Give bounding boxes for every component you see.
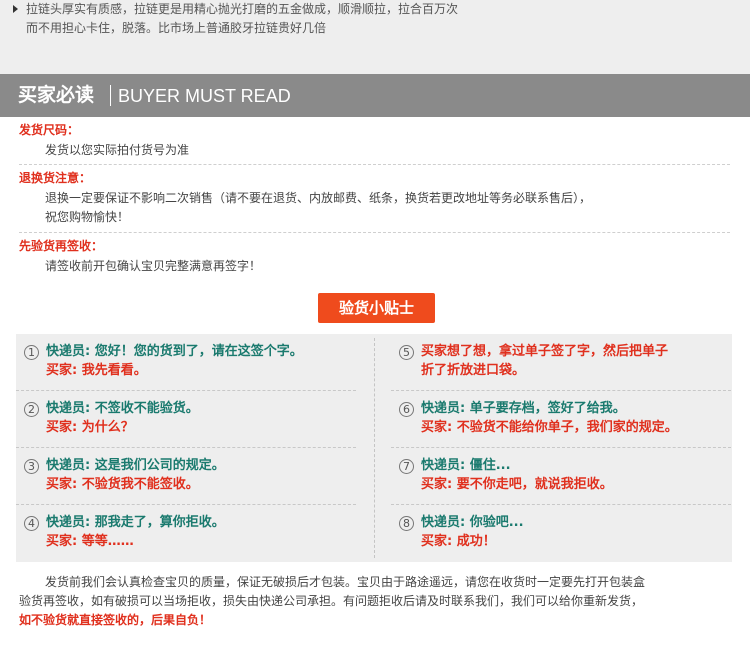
dialog-answer: 买家: 成功！ — [421, 534, 496, 549]
section-header: 买家必读 BUYER MUST READ — [0, 74, 750, 117]
divider — [19, 164, 730, 165]
dialog-cell: 4 快递员: 那我走了，算你拒收。 买家: 等等…… — [16, 505, 356, 562]
grid-divider — [374, 338, 375, 558]
dialog-cell: 1 快递员: 您好！您的货到了，请在这签个字。 买家: 我先看看。 — [16, 334, 356, 391]
dialog-answer: 买家: 为什么？ — [46, 420, 134, 435]
dialog-question: 快递员: 您好！您的货到了，请在这签个字。 — [46, 344, 303, 359]
step-number: 4 — [24, 516, 39, 531]
dialog-answer: 买家: 不验货不能给你单子，我们家的规定。 — [421, 420, 678, 435]
dialog-question: 快递员: 不签收不能验货。 — [46, 401, 199, 416]
step-number: 7 — [399, 459, 414, 474]
dialog-answer: 买家: 等等…… — [46, 534, 134, 549]
dialog-cell: 5 买家想了想，拿过单子签了字，然后把单子 折了折放进口袋。 — [391, 334, 731, 391]
dialog-grid: 1 快递员: 您好！您的货到了，请在这签个字。 买家: 我先看看。 2 快递员:… — [16, 334, 732, 562]
notice-title: 发货尺码： — [19, 123, 80, 137]
dialog-cell: 8 快递员: 你验吧... 买家: 成功！ — [391, 505, 731, 562]
zipper-line-2: 而不用担心卡住，脱落。比市场上普通胶牙拉链贵好几倍 — [26, 21, 327, 35]
footer-warning: 如不验货就直接签收的，后果自负！ — [19, 613, 212, 627]
notice-text: 退换一定要保证不影响二次销售（请不要在退货、内放邮费、纸条，换货若更改地址等务必… — [19, 189, 730, 227]
step-number: 5 — [399, 345, 414, 360]
divider — [19, 232, 730, 233]
step-number: 1 — [24, 345, 39, 360]
zipper-description: 拉链头厚实有质感，拉链更是用精心抛光打磨的五金做成，顺滑顺拉，拉合百万次 而不用… — [0, 0, 750, 74]
dialog-question: 快递员: 僵住... — [421, 458, 511, 473]
dialog-cell: 3 快递员: 这是我们公司的规定。 买家: 不验货我不能签收。 — [16, 448, 356, 505]
footer-line-2: 验货再签收，如有破损可以当场拒收，损失由快递公司承担。有问题拒收后请及时联系我们… — [19, 594, 644, 608]
zipper-line-1: 拉链头厚实有质感，拉链更是用精心抛光打磨的五金做成，顺滑顺拉，拉合百万次 — [26, 2, 459, 16]
notice-text: 发货以您实际拍付货号为准 — [45, 143, 190, 157]
step-number: 8 — [399, 516, 414, 531]
step-number: 2 — [24, 402, 39, 417]
dialog-cell: 2 快递员: 不签收不能验货。 买家: 为什么？ — [16, 391, 356, 448]
notice-inspect-first: 先验货再签收： 请签收前开包确认宝贝完整满意再签字！ — [19, 238, 730, 276]
dialog-question: 快递员: 那我走了，算你拒收。 — [46, 515, 225, 530]
dialog-answer: 买家: 不验货我不能签收。 — [46, 477, 199, 492]
dialog-question: 快递员: 单子要存档，签好了给我。 — [421, 401, 626, 416]
header-divider — [110, 85, 111, 106]
dialog-cell: 6 快递员: 单子要存档，签好了给我。 买家: 不验货不能给你单子，我们家的规定… — [391, 391, 731, 448]
notice-shipping-size: 发货尺码： 发货以您实际拍付货号为准 — [19, 122, 730, 165]
notice-line: 退换一定要保证不影响二次销售（请不要在退货、内放邮费、纸条，换货若更改地址等务必… — [45, 191, 592, 205]
header-title-cn: 买家必读 — [18, 84, 95, 106]
header-title-en: BUYER MUST READ — [118, 86, 291, 106]
dialog-cell: 7 快递员: 僵住... 买家: 要不你走吧，就说我拒收。 — [391, 448, 731, 505]
step-number: 6 — [399, 402, 414, 417]
footer-line-1: 发货前我们会认真检查宝贝的质量，保证无破损后才包装。宝贝由于路途遥远，请您在收货… — [45, 575, 646, 589]
dialog-answer: 买家: 要不你走吧，就说我拒收。 — [421, 477, 613, 492]
notice-line: 祝您购物愉快！ — [45, 210, 130, 224]
notice-return: 退换货注意： 退换一定要保证不影响二次销售（请不要在退货、内放邮费、纸条，换货若… — [19, 170, 730, 233]
footer-note: 发货前我们会认真检查宝贝的质量，保证无破损后才包装。宝贝由于路途遥远，请您在收货… — [19, 573, 734, 630]
dialog-question: 快递员: 这是我们公司的规定。 — [46, 458, 225, 473]
dialog-question: 买家想了想，拿过单子签了字，然后把单子 — [421, 344, 669, 359]
dialog-answer: 买家: 我先看看。 — [46, 363, 147, 378]
dialog-question: 快递员: 你验吧... — [421, 515, 524, 530]
dialog-answer: 折了折放进口袋。 — [421, 363, 526, 378]
notice-title: 先验货再签收： — [19, 239, 104, 253]
notice-text: 请签收前开包确认宝贝完整满意再签字！ — [45, 259, 262, 273]
notice-title: 退换货注意： — [19, 171, 92, 185]
tip-banner: 验货小贴士 — [318, 293, 435, 323]
bullet-arrow-icon — [13, 5, 18, 13]
step-number: 3 — [24, 459, 39, 474]
